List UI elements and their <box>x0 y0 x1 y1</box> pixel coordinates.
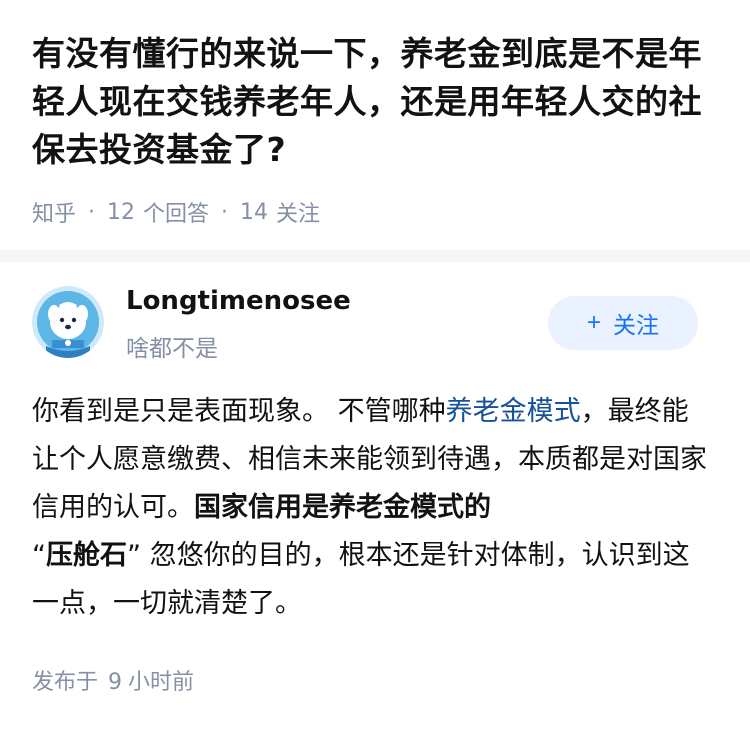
author-row: Longtimenosee 啥都不是 + 关注 <box>0 262 750 362</box>
question-title[interactable]: 有没有懂行的来说一下，养老金到底是不是年轻人现在交钱养老年人，还是用年轻人交的社… <box>32 30 718 174</box>
avatar-image <box>32 286 104 358</box>
question-header: 有没有懂行的来说一下，养老金到底是不是年轻人现在交钱养老年人，还是用年轻人交的社… <box>0 0 750 228</box>
plus-icon: + <box>586 309 601 336</box>
author-headline: 啥都不是 <box>126 336 218 362</box>
post-time: 发布于 9 小时前 <box>32 664 194 696</box>
follow-count-label[interactable]: 关注 <box>276 196 320 228</box>
answer-bold-2: 压舱石 <box>46 540 127 571</box>
answer-count: 12 <box>107 199 136 225</box>
post-time-number: 9 <box>108 670 123 695</box>
answer-text-1: 你看到是只是表面现象。 不管哪种 <box>32 396 446 427</box>
dog-avatar-icon[interactable] <box>32 286 104 358</box>
meta-separator: · <box>88 199 96 225</box>
meta-separator: · <box>221 199 229 225</box>
quote-close: ” <box>127 540 141 571</box>
answer-card: Longtimenosee 啥都不是 + 关注 你看到是只是表面现象。 不管哪种… <box>0 262 750 695</box>
source-label[interactable]: 知乎 <box>32 196 76 228</box>
follow-count: 14 <box>240 199 269 225</box>
author-name[interactable]: Longtimenosee <box>126 286 351 316</box>
post-time-suffix: 小时前 <box>128 670 195 695</box>
answer-content: 你看到是只是表面现象。 不管哪种养老金模式，最终能让个人愿意缴费、相信未来能领到… <box>32 388 710 628</box>
follow-button[interactable]: + 关注 <box>548 296 698 350</box>
question-meta: 知乎 · 12 个回答 · 14 关注 <box>32 196 718 228</box>
quote-open: “ <box>32 540 46 571</box>
section-divider <box>0 250 750 262</box>
answer-bold-1: 国家信用是养老金模式的 <box>194 492 491 523</box>
answer-count-label[interactable]: 个回答 <box>143 196 209 228</box>
post-time-prefix: 发布于 <box>32 670 99 695</box>
pension-mode-link[interactable]: 养老金模式 <box>446 396 581 427</box>
follow-button-label: 关注 <box>613 312 659 338</box>
